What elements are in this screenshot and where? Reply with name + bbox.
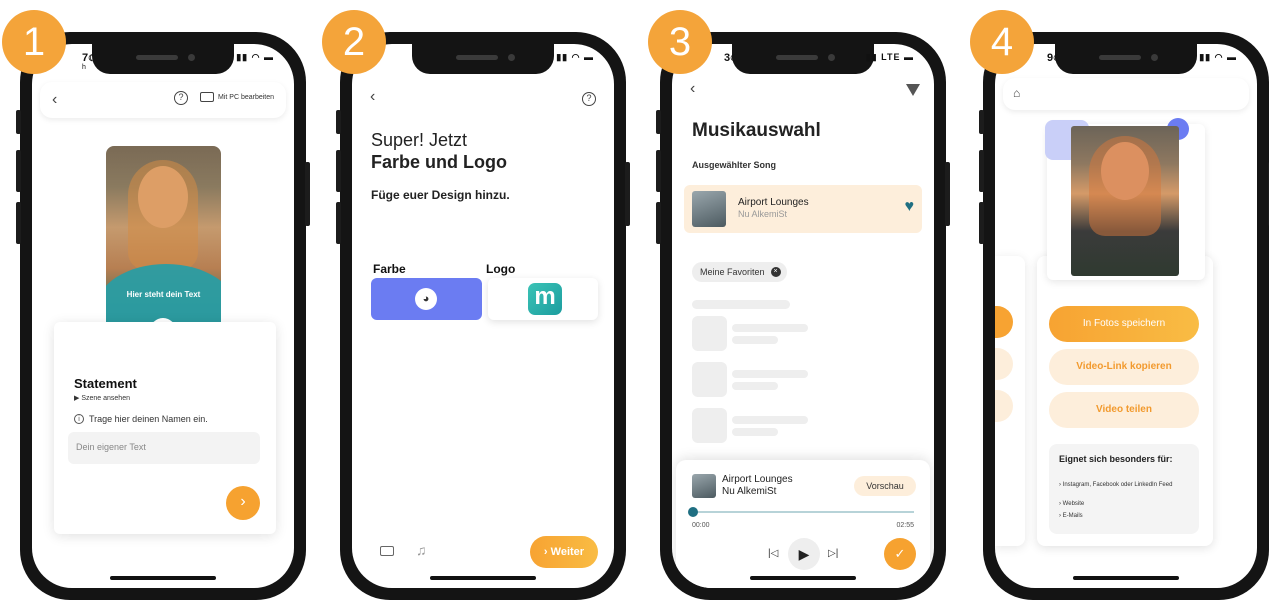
filter-icon[interactable] (906, 84, 920, 96)
selected-song-label: Ausgewählter Song (692, 160, 777, 170)
help-icon[interactable]: ? (174, 91, 188, 105)
copy-link-button[interactable]: Video-Link kopieren (1049, 349, 1199, 385)
player-artist: Nu AlkemiSt (722, 486, 777, 497)
hint-row: i Trage hier deinen Namen ein. (74, 414, 208, 424)
play-button[interactable]: ▶ (788, 538, 820, 570)
next-button[interactable]: › Weiter (530, 536, 598, 568)
color-picker-button[interactable]: ◕ (371, 278, 482, 320)
skeleton-line (732, 428, 778, 436)
phone-3: 3☾ ▮▮ LTE ▬ ‹ Musikauswahl Ausgewählter … (656, 32, 950, 600)
input-placeholder: Dein eigener Text (76, 442, 146, 452)
help-icon[interactable]: ? (582, 92, 596, 106)
subtitle: Füge euer Design hinzu. (371, 188, 510, 202)
status-icons: ▮▮ ◠ ▬ (1199, 52, 1237, 62)
preview-button[interactable]: Vorschau (854, 476, 916, 496)
screen-statement: 7☾ h ▮▮ ◠ ▬ ‹ ? Mit PC bearbeiten Hier st… (32, 44, 294, 588)
screen-design: ▮▮ ◠ ▬ ‹ ? Super! Jetzt Farbe und Logo F… (352, 44, 614, 588)
status-icons: ▮▮ LTE ▬ (865, 52, 914, 62)
selected-song-row[interactable]: Airport Lounges Nu AlkemiSt ♥ (684, 185, 922, 233)
step-badge-1: 1 (2, 10, 66, 74)
next-button[interactable]: › (226, 486, 260, 520)
status-time: 9☾ (1047, 52, 1062, 64)
progress-track[interactable] (692, 511, 914, 513)
suited-item: › E-Mails (1059, 513, 1083, 519)
status-time: 3☾ (724, 52, 739, 64)
phone-1: 7☾ h ▮▮ ◠ ▬ ‹ ? Mit PC bearbeiten Hier st… (16, 32, 310, 600)
skeleton-cover (692, 408, 727, 443)
time-start: 00:00 (692, 522, 710, 529)
back-icon[interactable]: ‹ (370, 88, 375, 106)
back-icon[interactable]: ‹ (52, 91, 57, 109)
status-icons: ▮▮ ◠ ▬ (556, 52, 594, 62)
skeleton-line (732, 370, 808, 378)
suited-item: › Instagram, Facebook oder LinkedIn Feed (1059, 482, 1173, 488)
person-hair (1089, 136, 1161, 236)
skeleton-line (732, 336, 778, 344)
scene-link[interactable]: ▶ Szene ansehen (74, 394, 130, 402)
heart-icon[interactable]: ♥ (905, 198, 915, 216)
skeleton-line (732, 324, 808, 332)
player-panel: Airport Lounges Nu AlkemiSt Vorschau 00:… (676, 460, 930, 588)
title-line-1: Super! Jetzt (371, 130, 468, 150)
close-icon[interactable]: × (770, 267, 781, 277)
music-note-icon[interactable]: ♫ (416, 542, 427, 558)
skeleton-cover (692, 362, 727, 397)
card-title: Statement (74, 376, 137, 391)
header-bar: ‹ ? Mit PC bearbeiten (40, 82, 286, 118)
favorites-chip-label: Meine Favoriten (700, 267, 765, 277)
status-icons: ▮▮ ◠ ▬ (236, 52, 274, 62)
time-end: 02:55 (896, 522, 914, 529)
player-title: Airport Lounges (722, 474, 793, 485)
monitor-icon (200, 92, 214, 102)
hint-text: Trage hier deinen Namen ein. (89, 414, 208, 424)
video-preview[interactable]: Hier steht dein Text DEIN LOGO ⊘ (106, 146, 221, 350)
suited-item: › Website (1059, 501, 1085, 507)
overlay-text: Hier steht dein Text (126, 290, 201, 299)
header-bar: ⌂ (1003, 78, 1249, 110)
song-cover (692, 191, 726, 227)
video-thumbnail[interactable] (1071, 126, 1179, 276)
phone-2: ▮▮ ◠ ▬ ‹ ? Super! Jetzt Farbe und Logo F… (336, 32, 630, 600)
home-icon[interactable]: ⌂ (1013, 86, 1020, 100)
name-input[interactable]: Dein eigener Text (68, 432, 260, 464)
save-to-photos-button[interactable]: In Fotos speichern (1049, 306, 1199, 342)
color-label: Farbe (373, 262, 406, 276)
song-title: Airport Lounges (738, 197, 809, 208)
step-badge-4: 4 (970, 10, 1034, 74)
screen-export: 9☾ ▮▮ ◠ ▬ ⌂ In Fotos speichern Video-Lin… (995, 44, 1257, 588)
previous-icon[interactable]: |◁ (768, 548, 778, 559)
skeleton-header (692, 300, 790, 309)
song-artist: Nu AlkemiSt (738, 209, 788, 219)
phone-4: 9☾ ▮▮ ◠ ▬ ⌂ In Fotos speichern Video-Lin… (979, 32, 1269, 600)
palette-icon: ◕ (415, 288, 437, 310)
suited-for-title: Eignet sich besonders für: (1059, 454, 1173, 464)
logo-label: Logo (486, 262, 516, 276)
status-time: 7☾ h (82, 52, 97, 71)
screen-music: 3☾ ▮▮ LTE ▬ ‹ Musikauswahl Ausgewählter … (672, 44, 934, 588)
person-hair (128, 160, 198, 270)
player-cover (692, 474, 716, 498)
step-badge-2: 2 (322, 10, 386, 74)
monitor-icon[interactable] (380, 546, 394, 556)
share-video-button[interactable]: Video teilen (1049, 392, 1199, 428)
info-icon: i (74, 414, 84, 424)
skeleton-line (732, 416, 808, 424)
step-badge-3: 3 (648, 10, 712, 74)
edit-on-pc-button[interactable]: Mit PC bearbeiten (200, 92, 274, 102)
progress-handle[interactable] (688, 507, 698, 517)
logo-picker-button[interactable]: m (488, 278, 598, 320)
favorites-chip[interactable]: Meine Favoriten × (692, 262, 787, 282)
logo-tile: m (528, 283, 562, 315)
skeleton-line (732, 382, 778, 390)
title-line-2: Farbe und Logo (371, 152, 507, 172)
page-title: Musikauswahl (692, 120, 821, 141)
back-icon[interactable]: ‹ (690, 80, 695, 98)
confirm-button[interactable]: ✓ (884, 538, 916, 570)
skeleton-cover (692, 316, 727, 351)
edit-on-pc-label: Mit PC bearbeiten (218, 93, 275, 101)
suited-for-box: Eignet sich besonders für: › Instagram, … (1049, 444, 1199, 534)
next-icon[interactable]: ▷| (828, 548, 838, 559)
stage: 7☾ h ▮▮ ◠ ▬ ‹ ? Mit PC bearbeiten Hier st… (0, 0, 1269, 603)
